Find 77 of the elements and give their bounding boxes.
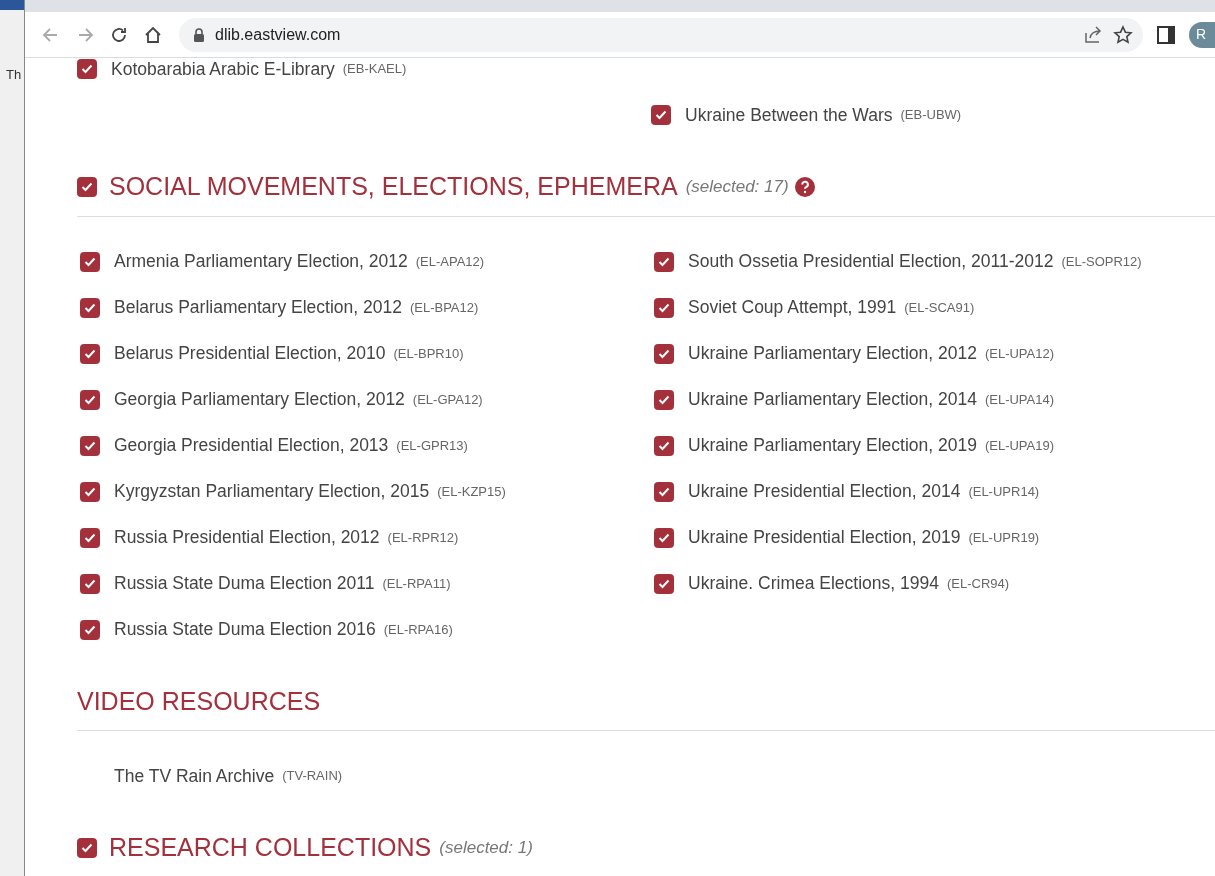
collection-title[interactable]: Russia State Duma Election 2016 xyxy=(114,616,376,643)
section-heading: SOCIAL MOVEMENTS, ELECTIONS, EPHEMERA xyxy=(109,171,678,202)
checkbox[interactable] xyxy=(654,297,674,318)
selected-count: (selected: 17) xyxy=(685,176,789,198)
collection-title[interactable]: Ukraine Parliamentary Election, 2014 xyxy=(688,386,977,413)
collection-title[interactable]: Belarus Parliamentary Election, 2012 xyxy=(114,294,402,321)
collection-title[interactable]: Ukraine Parliamentary Election, 2019 xyxy=(688,432,977,459)
checkbox[interactable] xyxy=(80,619,100,640)
checkbox[interactable] xyxy=(77,837,97,858)
collection-title[interactable]: Georgia Parliamentary Election, 2012 xyxy=(114,386,405,413)
collection-title[interactable]: Soviet Coup Attempt, 1991 xyxy=(688,294,897,321)
url-text: dlib.eastview.com xyxy=(215,24,342,45)
collection-code: (EB-KAEL) xyxy=(342,60,407,79)
section-heading: VIDEO RESOURCES xyxy=(77,685,321,717)
collection-code: (EL-CR94) xyxy=(946,574,1010,593)
collection-title[interactable]: Georgia Presidential Election, 2013 xyxy=(114,432,389,459)
checkbox[interactable] xyxy=(80,389,100,410)
collection-code: (EL-SOPR12) xyxy=(1061,252,1142,271)
collection-code: (EL-UPR19) xyxy=(968,528,1040,547)
collection-title[interactable]: Ukraine Between the Wars xyxy=(685,101,893,129)
share-icon[interactable] xyxy=(1083,24,1103,45)
window-text: Th xyxy=(5,66,23,84)
checkbox[interactable] xyxy=(654,573,674,594)
star-icon[interactable] xyxy=(1113,24,1133,45)
collection-title[interactable]: Kotobarabia Arabic E-Library xyxy=(111,58,335,83)
collection-code: (EB-UBW) xyxy=(900,106,962,125)
collection-code: (EL-UPA19) xyxy=(984,436,1055,455)
collection-code: (TV-RAIN) xyxy=(282,767,343,786)
checkbox[interactable] xyxy=(651,105,671,125)
checkbox[interactable] xyxy=(654,251,674,272)
checkbox[interactable] xyxy=(654,343,674,364)
collection-title[interactable]: Russia State Duma Election 2011 xyxy=(114,570,375,597)
collection-code: (EL-SCA91) xyxy=(904,298,975,317)
checkbox[interactable] xyxy=(654,435,674,456)
collection-code: (EL-UPA14) xyxy=(984,390,1055,409)
checkbox[interactable] xyxy=(80,435,100,456)
checkbox[interactable] xyxy=(80,573,100,594)
collection-code: (EL-GPA12) xyxy=(412,390,483,409)
side-panel-icon[interactable] xyxy=(1157,25,1175,44)
collection-code: (EL-BPA12) xyxy=(409,298,479,317)
collection-title[interactable]: Ukraine Presidential Election, 2014 xyxy=(688,478,961,505)
collection-title[interactable]: Kyrgyzstan Parliamentary Election, 2015 xyxy=(114,478,430,505)
lock-icon xyxy=(193,27,205,42)
collection-code: (EL-UPA12) xyxy=(984,344,1055,363)
collection-code: (EL-GPR13) xyxy=(396,436,468,455)
collection-title[interactable]: South Ossetia Presidential Election, 2011-2012 xyxy=(688,248,1054,275)
checkbox[interactable] xyxy=(654,389,674,410)
checkbox[interactable] xyxy=(77,59,97,79)
collection-title[interactable]: Ukraine Presidential Election, 2019 xyxy=(688,524,961,551)
collection-title[interactable]: Ukraine Parliamentary Election, 2012 xyxy=(688,340,977,367)
collection-code: (EL-UPR14) xyxy=(968,482,1040,501)
checkbox[interactable] xyxy=(80,343,100,364)
collection-code: (EL-KZP15) xyxy=(437,482,506,501)
window-title-bar xyxy=(0,0,24,10)
collection-code: (EL-RPR12) xyxy=(387,528,459,547)
checkbox[interactable] xyxy=(654,527,674,548)
address-bar[interactable]: dlib.eastview.com xyxy=(179,17,1143,52)
collection-title[interactable]: Ukraine. Crimea Elections, 1994 xyxy=(688,570,939,597)
collection-code: (EL-BPR10) xyxy=(393,344,464,363)
collection-code: (EL-RPA16) xyxy=(383,620,453,639)
collection-title[interactable]: The TV Rain Archive xyxy=(114,762,275,790)
profile-avatar[interactable]: R xyxy=(1189,21,1215,48)
checkbox[interactable] xyxy=(80,251,100,272)
selected-count: (selected: 1) xyxy=(439,837,533,859)
home-icon[interactable] xyxy=(143,24,163,45)
checkbox[interactable] xyxy=(80,481,100,502)
checkbox[interactable] xyxy=(80,297,100,318)
checkbox[interactable] xyxy=(80,527,100,548)
collection-title[interactable]: Armenia Parliamentary Election, 2012 xyxy=(114,248,408,275)
section-heading: RESEARCH COLLECTIONS xyxy=(109,832,432,863)
checkbox[interactable] xyxy=(77,176,97,197)
checkbox[interactable] xyxy=(654,481,674,502)
help-icon[interactable] xyxy=(794,176,815,197)
collection-code: (EL-RPA11) xyxy=(382,574,451,593)
collection-title[interactable]: Belarus Presidential Election, 2010 xyxy=(114,340,386,367)
collection-code: (EL-APA12) xyxy=(415,252,485,271)
collection-title[interactable]: Russia Presidential Election, 2012 xyxy=(114,524,380,551)
